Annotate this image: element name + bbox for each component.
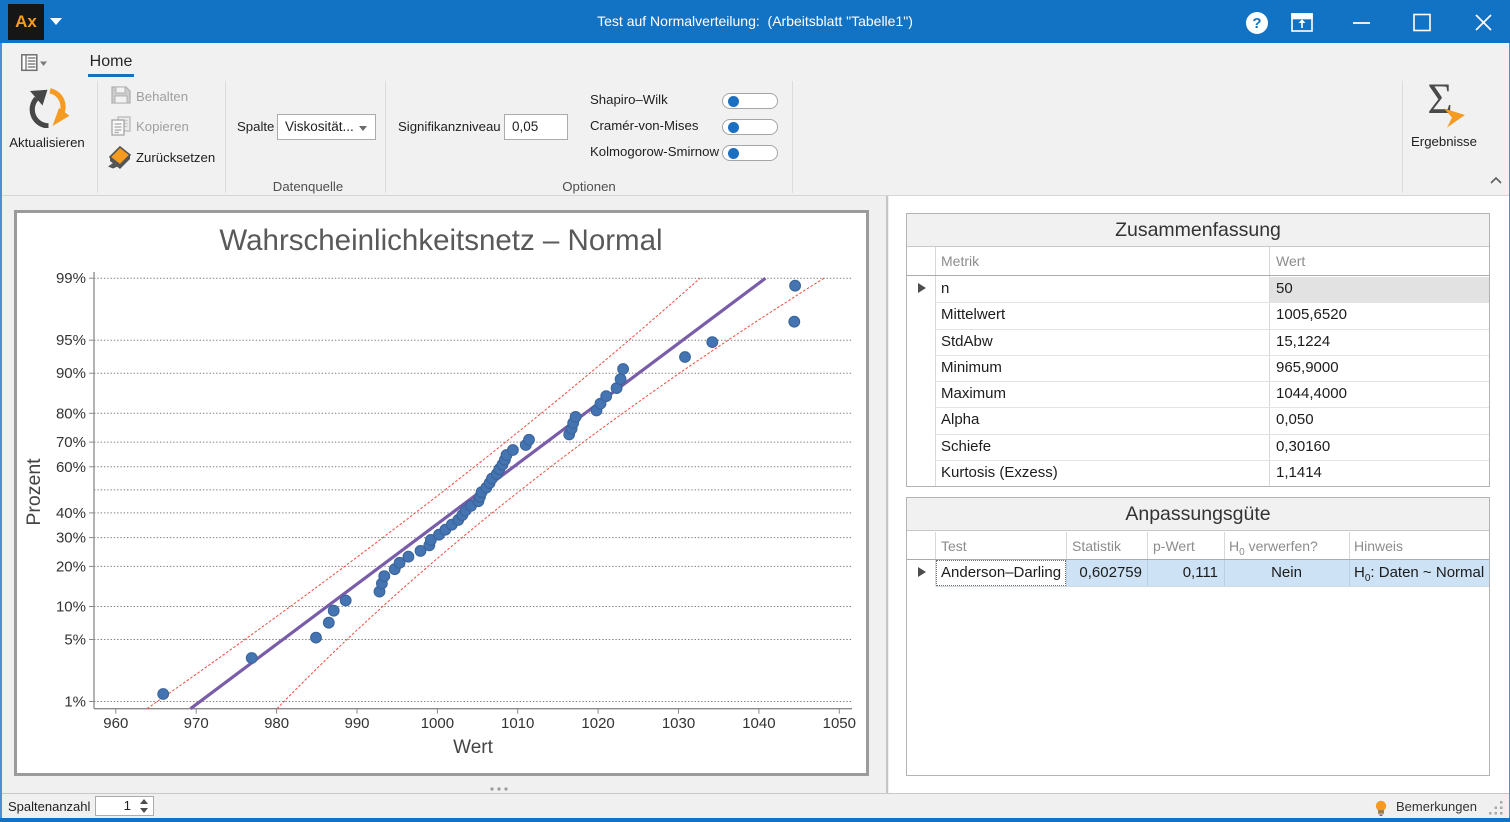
svg-text:?: ? — [1252, 15, 1261, 32]
svg-text:Wahrscheinlichkeitsnetz – Norm: Wahrscheinlichkeitsnetz – Normal — [219, 224, 662, 257]
svg-text:1040: 1040 — [742, 715, 775, 732]
svg-text:980: 980 — [264, 715, 289, 732]
svg-text:1%: 1% — [64, 694, 86, 711]
svg-text:95%: 95% — [56, 332, 86, 349]
svg-text:99%: 99% — [56, 270, 86, 287]
svg-text:60%: 60% — [56, 459, 86, 476]
svg-text:80%: 80% — [56, 405, 86, 422]
svg-text:90%: 90% — [56, 365, 86, 382]
svg-text:40%: 40% — [56, 505, 86, 522]
svg-text:30%: 30% — [56, 530, 86, 547]
svg-text:1030: 1030 — [662, 715, 695, 732]
svg-text:960: 960 — [103, 715, 128, 732]
svg-text:1050: 1050 — [823, 715, 856, 732]
svg-text:10%: 10% — [56, 599, 86, 616]
svg-text:70%: 70% — [56, 434, 86, 451]
svg-text:1000: 1000 — [421, 715, 454, 732]
svg-text:20%: 20% — [56, 558, 86, 575]
svg-text:Wert: Wert — [453, 737, 493, 758]
svg-text:1010: 1010 — [501, 715, 534, 732]
svg-text:Prozent: Prozent — [23, 458, 45, 526]
svg-text:970: 970 — [184, 715, 209, 732]
svg-text:1020: 1020 — [581, 715, 614, 732]
svg-text:5%: 5% — [64, 632, 86, 649]
svg-text:990: 990 — [344, 715, 369, 732]
